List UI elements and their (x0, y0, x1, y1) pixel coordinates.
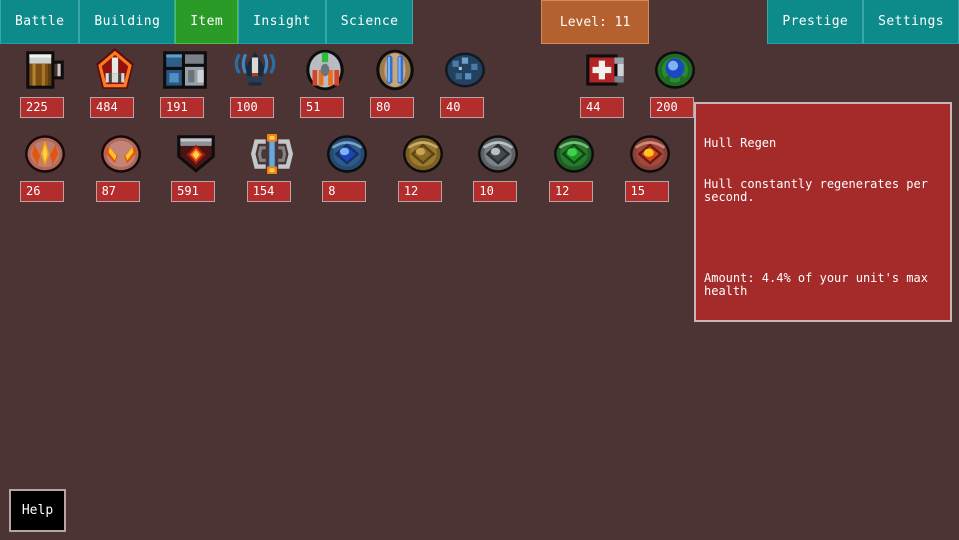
tab-settings-label: Settings (878, 14, 944, 29)
item-value[interactable]: 40 (440, 97, 484, 118)
item-slot-blue-asteroid[interactable]: 40 (440, 44, 490, 118)
item-value[interactable]: 10 (473, 181, 518, 202)
item-slot-blue-bars[interactable]: 80 (370, 44, 420, 118)
red-gem-shield-icon[interactable] (171, 129, 221, 179)
item-slot-red-crest[interactable]: 484 (90, 44, 140, 118)
help-button-label: Help (21, 503, 54, 518)
item-slot-red-fang-orb[interactable]: 87 (95, 128, 152, 202)
green-gem-disc-icon[interactable] (549, 129, 599, 179)
item-tooltip: Hull Regen Hull constantly regenerates p… (694, 102, 952, 322)
tab-prestige[interactable]: Prestige (767, 0, 864, 44)
tab-building[interactable]: Building (79, 0, 176, 44)
item-row: 26 87 591 154 8 12 10 12 15 (0, 128, 680, 212)
tab-prestige-label: Prestige (782, 14, 849, 29)
item-row: 225 484 191 100 51 80 40 44 200 (0, 44, 695, 128)
tooltip-amount: Amount: 4.4% of your unit's max health (704, 270, 936, 298)
item-slot-red-gem-disc[interactable]: 15 (624, 128, 681, 202)
item-slot-green-orb-shield[interactable]: 200 (650, 44, 700, 118)
item-value[interactable]: 225 (20, 97, 64, 118)
silver-thruster-icon[interactable] (300, 45, 350, 95)
gold-gem-disc-icon[interactable] (398, 129, 448, 179)
item-value[interactable]: 26 (20, 181, 64, 202)
item-value[interactable]: 12 (397, 181, 442, 202)
item-value[interactable]: 591 (171, 181, 216, 202)
item-value[interactable]: 8 (322, 181, 367, 202)
tab-item-label: Item (190, 14, 224, 29)
tooltip-spacer (704, 232, 942, 245)
blue-bars-icon[interactable] (370, 45, 420, 95)
beer-mug-icon[interactable] (20, 45, 70, 95)
item-slot-reactor-coil[interactable]: 154 (246, 128, 303, 202)
red-gem-disc-icon[interactable] (625, 129, 675, 179)
item-slot-beer-mug[interactable]: 225 (20, 44, 70, 118)
tab-battle[interactable]: Battle (0, 0, 80, 44)
item-slot-green-gem-disc[interactable]: 12 (548, 128, 605, 202)
silver-gem-disc-icon[interactable] (473, 129, 523, 179)
red-fang-orb-icon[interactable] (96, 129, 146, 179)
tab-science[interactable]: Science (325, 0, 414, 44)
item-slot-medkit[interactable]: 44 (580, 44, 630, 118)
level-badge-label: Level: 11 (559, 14, 631, 30)
item-slot-red-gem-shield[interactable]: 591 (171, 128, 227, 202)
item-value[interactable]: 15 (624, 181, 669, 202)
tab-battle-label: Battle (15, 14, 65, 29)
item-value[interactable]: 154 (246, 181, 291, 202)
red-crest-icon[interactable] (90, 45, 140, 95)
item-slot-red-claw-orb[interactable]: 26 (20, 128, 76, 202)
tab-science-label: Science (340, 14, 399, 29)
item-slot-silver-gem-disc[interactable]: 10 (473, 128, 529, 202)
item-value[interactable]: 191 (160, 97, 204, 118)
item-slot-silver-thruster[interactable]: 51 (300, 44, 350, 118)
blue-asteroid-icon[interactable] (440, 45, 490, 95)
item-value[interactable]: 12 (548, 181, 593, 202)
tooltip-title: Hull Regen (704, 136, 777, 150)
item-slot-antenna-drone[interactable]: 100 (230, 44, 280, 118)
item-slot-gold-gem-disc[interactable]: 12 (397, 128, 454, 202)
reactor-coil-icon[interactable] (247, 129, 297, 179)
blue-gem-disc-icon[interactable] (322, 129, 372, 179)
item-value[interactable]: 80 (370, 97, 414, 118)
tab-insight[interactable]: Insight (238, 0, 326, 44)
tab-settings[interactable]: Settings (863, 0, 959, 44)
item-value[interactable]: 484 (90, 97, 134, 118)
item-slot-blue-gem-disc[interactable]: 8 (322, 128, 378, 202)
red-claw-orb-icon[interactable] (20, 129, 70, 179)
tab-item[interactable]: Item (175, 0, 239, 44)
item-value[interactable]: 100 (230, 97, 274, 118)
item-grid: 225 484 191 100 51 80 40 44 200 26 87 59… (0, 44, 695, 212)
help-button[interactable]: Help (9, 489, 66, 532)
level-badge: Level: 11 (540, 0, 650, 44)
green-orb-shield-icon[interactable] (650, 45, 700, 95)
blue-machine-icon[interactable] (160, 45, 210, 95)
tab-building-label: Building (94, 14, 161, 29)
main-navbar: Battle Building Item Insight Science Lev… (0, 0, 959, 44)
item-slot-blue-machine[interactable]: 191 (160, 44, 210, 118)
antenna-drone-icon[interactable] (230, 45, 280, 95)
item-value[interactable]: 44 (580, 97, 624, 118)
navbar-spacer-right (649, 0, 767, 44)
item-value[interactable]: 51 (300, 97, 344, 118)
tooltip-description: Hull constantly regenerates per second. (704, 176, 936, 204)
item-value[interactable]: 200 (650, 97, 694, 118)
medkit-icon[interactable] (580, 45, 630, 95)
tab-insight-label: Insight (253, 14, 311, 29)
navbar-spacer-left (413, 0, 541, 44)
item-value[interactable]: 87 (95, 181, 140, 202)
